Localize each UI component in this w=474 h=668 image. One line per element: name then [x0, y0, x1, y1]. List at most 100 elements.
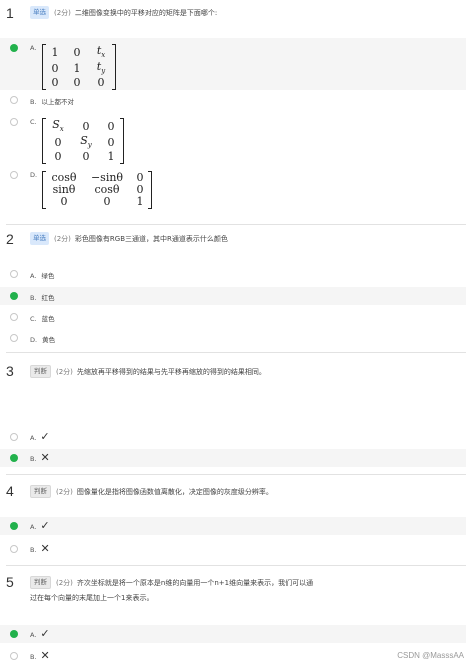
- question-text-continued: 过在每个向量的末尾加上一个1来表示。: [30, 594, 154, 602]
- option-text: 蓝色: [41, 315, 55, 323]
- option-2a[interactable]: A. 绿色: [0, 266, 466, 282]
- matrix-cell: 0: [51, 76, 59, 90]
- option-text: 以上都不对: [41, 98, 75, 106]
- option-letter: C.: [30, 118, 37, 126]
- matrix-cell: 0: [60, 195, 68, 208]
- question-score: (2分): [56, 487, 73, 496]
- radio-unselected[interactable]: [10, 545, 18, 553]
- watermark: CSDN @MasssAA: [397, 651, 464, 660]
- question-text: 先缩放再平移得到的结果与先平移再缩放的得到的结果相同。: [76, 367, 266, 376]
- check-icon: ✓: [40, 430, 50, 443]
- question-score: (2分): [56, 367, 73, 376]
- matrix-cell: 0: [73, 46, 81, 60]
- question-type-badge: 单选: [30, 232, 49, 245]
- matrix-cell: Sx: [52, 118, 64, 134]
- radio-unselected[interactable]: [10, 118, 18, 126]
- option-3a[interactable]: A. ✓: [0, 429, 466, 445]
- question-header: 单选 (2分) 二维图像变换中的平移对应的矩阵是下面哪个:: [30, 6, 217, 19]
- divider: [6, 565, 466, 566]
- option-label: B. ✕: [30, 542, 50, 555]
- question-type-badge: 判断: [30, 576, 51, 589]
- option-1a[interactable]: A. 1 0 tx 0 1 ty 0 0 0: [0, 38, 466, 91]
- question-text: 图像量化是指将图像函数值离散化，决定图像的灰度级分辨率。: [76, 487, 273, 496]
- option-3b[interactable]: B. ✕: [0, 449, 466, 467]
- question-header: 判断 (2分) 齐次坐标就是将一个原本是n维的向量用一个n+1维向量来表示，我们…: [30, 576, 313, 589]
- matrix-cell: 0: [103, 195, 111, 208]
- radio-unselected[interactable]: [10, 433, 18, 441]
- option-label: B. ✕: [30, 649, 50, 662]
- option-4a[interactable]: A. ✓: [0, 517, 466, 535]
- question-header: 单选 (2分) 彩色图像有RGB三通道，其中R通道表示什么颜色: [30, 232, 228, 245]
- question-number: 5: [6, 574, 14, 590]
- radio-unselected[interactable]: [10, 652, 18, 660]
- option-5a[interactable]: A. ✓: [0, 625, 466, 643]
- matrix-cell: ty: [96, 60, 106, 76]
- question-number: 1: [6, 5, 14, 21]
- option-letter: B.: [30, 98, 37, 106]
- option-label: B. 红色: [30, 292, 55, 302]
- option-letter: A.: [30, 523, 37, 531]
- option-1c[interactable]: C. Sx 0 0 0 Sy 0 0 0 1: [0, 115, 466, 165]
- radio-unselected[interactable]: [10, 171, 18, 179]
- option-letter: D.: [30, 171, 38, 179]
- option-label: A. ✓: [30, 627, 50, 640]
- matrix-cell: 0: [107, 136, 115, 150]
- matrix-rotation: cosθ −sinθ 0 sinθ cosθ 0 0 0 1: [42, 171, 152, 209]
- radio-unselected[interactable]: [10, 96, 18, 104]
- matrix-cell: 1: [107, 150, 115, 164]
- question-score: (2分): [56, 578, 73, 587]
- cross-icon: ✕: [40, 542, 50, 555]
- check-icon: ✓: [40, 627, 50, 640]
- question-text: 彩色图像有RGB三通道，其中R通道表示什么颜色: [74, 234, 228, 243]
- option-4b[interactable]: B. ✕: [0, 541, 466, 557]
- check-icon: ✓: [40, 519, 50, 532]
- matrix-cell: 0: [82, 120, 90, 134]
- option-letter: A.: [30, 272, 37, 280]
- option-label: C. 蓝色: [30, 313, 55, 323]
- radio-selected[interactable]: [10, 522, 18, 530]
- option-letter: B.: [30, 546, 37, 554]
- option-5b[interactable]: B. ✕: [0, 648, 466, 664]
- cross-icon: ✕: [40, 649, 50, 662]
- option-letter: B.: [30, 294, 37, 302]
- option-letter: A.: [30, 44, 37, 52]
- radio-unselected[interactable]: [10, 334, 18, 342]
- radio-unselected[interactable]: [10, 270, 18, 278]
- question-type-badge: 判断: [30, 365, 51, 378]
- divider: [6, 474, 466, 475]
- option-letter: A.: [30, 434, 37, 442]
- question-text: 齐次坐标就是将一个原本是n维的向量用一个n+1维向量来表示，我们可以通: [76, 578, 314, 587]
- radio-selected[interactable]: [10, 292, 18, 300]
- option-2d[interactable]: D. 黄色: [0, 330, 466, 346]
- matrix-cell: 0: [107, 120, 115, 134]
- option-letter: A.: [30, 631, 37, 639]
- option-2c[interactable]: C. 蓝色: [0, 309, 466, 325]
- cross-icon: ✕: [40, 451, 50, 464]
- option-text: 绿色: [41, 272, 55, 280]
- radio-unselected[interactable]: [10, 313, 18, 321]
- option-1b[interactable]: B. 以上都不对: [0, 93, 466, 107]
- matrix-translation: 1 0 tx 0 1 ty 0 0 0: [42, 44, 116, 91]
- matrix-cell: 1: [73, 62, 81, 76]
- matrix-cell: 0: [54, 136, 62, 150]
- matrix-cell: 0: [97, 76, 105, 90]
- matrix-cell: 0: [51, 62, 59, 76]
- option-letter: D.: [30, 336, 38, 344]
- option-label: A. ✓: [30, 519, 50, 532]
- divider: [6, 224, 466, 225]
- radio-selected[interactable]: [10, 630, 18, 638]
- option-text: 黄色: [42, 336, 56, 344]
- matrix-cell: Sy: [80, 134, 92, 150]
- option-label: B. 以上都不对: [30, 96, 74, 106]
- radio-selected[interactable]: [10, 454, 18, 462]
- option-1d[interactable]: D. cosθ −sinθ 0 sinθ cosθ 0 0 0 1: [0, 168, 466, 216]
- question-score: (2分): [54, 8, 71, 17]
- option-2b[interactable]: B. 红色: [0, 287, 466, 305]
- matrix-scale: Sx 0 0 0 Sy 0 0 0 1: [42, 118, 124, 165]
- divider: [6, 352, 466, 353]
- radio-selected[interactable]: [10, 44, 18, 52]
- option-text: 红色: [41, 294, 55, 302]
- option-label: B. ✕: [30, 451, 50, 464]
- question-header: 判断 (2分) 先缩放再平移得到的结果与先平移再缩放的得到的结果相同。: [30, 365, 266, 378]
- question-header: 判断 (2分) 图像量化是指将图像函数值离散化，决定图像的灰度级分辨率。: [30, 485, 273, 498]
